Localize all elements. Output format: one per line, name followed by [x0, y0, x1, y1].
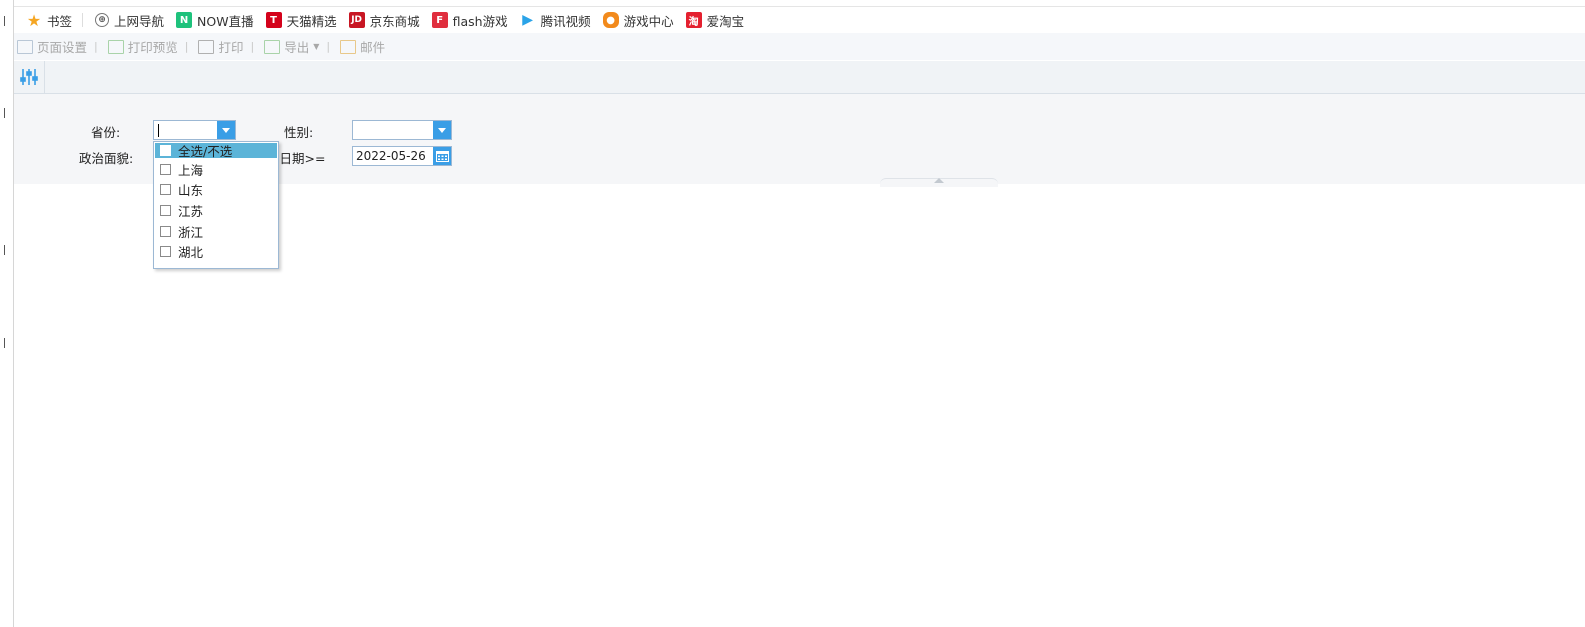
tencent-video-icon: ▶: [522, 12, 533, 28]
parameter-panel-header: [14, 61, 1585, 94]
left-clipped-strip: [0, 0, 14, 627]
toolbar-divider: |: [184, 40, 189, 53]
checkbox[interactable]: [160, 163, 171, 175]
bookmark-tencent-video[interactable]: ▶ 腾讯视频: [520, 11, 590, 30]
gamepad-icon: ●: [602, 12, 619, 28]
chevron-down-icon: [438, 127, 446, 133]
gender-input[interactable]: [353, 121, 433, 139]
province-dropdown-list: 全选/不选 上海 山东 江苏 浙江 湖北: [153, 141, 279, 269]
toolbar-divider: |: [326, 40, 331, 53]
export-icon: [264, 39, 281, 54]
province-label: 省份:: [91, 125, 121, 140]
bookmark-tmall[interactable]: T 天猫精选: [265, 11, 337, 30]
report-toolbar: 页面设置 | 打印预览 | 打印 | 导出 ▼ | 邮件: [14, 33, 1585, 60]
checkbox[interactable]: [160, 184, 171, 196]
province-dropdown-button[interactable]: [217, 121, 235, 139]
option-jiangsu[interactable]: 江苏: [154, 200, 278, 221]
flash-game-icon: F: [431, 12, 448, 28]
checkbox[interactable]: [160, 204, 171, 216]
mail-button[interactable]: 邮件: [340, 37, 385, 56]
print-preview-button[interactable]: 打印预览: [107, 37, 178, 56]
option-shandong[interactable]: 山东: [154, 180, 278, 201]
collapse-panel-handle[interactable]: [880, 178, 998, 187]
print-button[interactable]: 打印: [198, 37, 243, 56]
political-status-label: 政治面貌:: [79, 151, 134, 166]
bookmark-folder[interactable]: ★ 书签: [26, 11, 72, 30]
bookmark-ai-taobao[interactable]: 淘 爱淘宝: [685, 11, 744, 30]
birthdate-field[interactable]: [352, 146, 452, 166]
taobao-icon: 淘: [685, 12, 702, 28]
sliders-icon: [20, 69, 38, 85]
checkbox[interactable]: [160, 225, 171, 237]
text-caret: [158, 124, 159, 137]
bookmarks-bar: ★ 书签 ⊕ 上网导航 N NOW直播 T 天猫精选 JD 京东商城 F fla…: [14, 6, 1585, 34]
toolbar-divider: |: [94, 40, 98, 53]
province-input[interactable]: [154, 121, 217, 139]
page-setup-icon: [17, 39, 33, 54]
chevron-down-icon: [222, 127, 230, 133]
printer-icon: [198, 39, 215, 54]
toolbar-divider: |: [250, 40, 255, 53]
tmall-icon: T: [265, 12, 282, 28]
checkbox[interactable]: [160, 145, 171, 156]
calendar-icon: [435, 151, 449, 162]
jd-icon: JD: [348, 12, 365, 28]
bookmark-divider: [82, 13, 84, 27]
option-hubei[interactable]: 湖北: [154, 241, 278, 262]
option-select-all[interactable]: 全选/不选: [155, 143, 277, 159]
option-shanghai[interactable]: 上海: [154, 159, 278, 180]
gender-dropdown-button[interactable]: [433, 121, 451, 139]
now-live-icon: N: [176, 12, 193, 28]
gender-combo[interactable]: [352, 120, 452, 140]
mail-icon: [340, 39, 357, 54]
checkbox[interactable]: [160, 246, 171, 258]
bookmark-shangwang-daohang[interactable]: ⊕ 上网导航: [95, 11, 164, 30]
star-icon: ★: [26, 10, 42, 30]
export-button[interactable]: 导出 ▼: [264, 37, 319, 56]
parameter-toggle-button[interactable]: [14, 61, 45, 93]
bookmark-game-center[interactable]: ● 游戏中心: [602, 11, 674, 30]
bookmark-now-live[interactable]: N NOW直播: [176, 11, 254, 30]
bookmark-flash-game[interactable]: F flash游戏: [431, 11, 508, 30]
print-preview-icon: [107, 39, 124, 54]
globe-icon: ⊕: [95, 13, 110, 27]
bookmark-jd[interactable]: JD 京东商城: [348, 11, 420, 30]
date-picker-button[interactable]: [433, 147, 451, 165]
page-setup-button[interactable]: 页面设置: [17, 37, 87, 56]
province-combo[interactable]: [153, 120, 236, 140]
option-zhejiang[interactable]: 浙江: [154, 221, 278, 242]
chevron-down-icon: ▼: [313, 42, 320, 51]
birthdate-input[interactable]: [353, 147, 433, 165]
gender-label: 性别:: [284, 125, 314, 140]
